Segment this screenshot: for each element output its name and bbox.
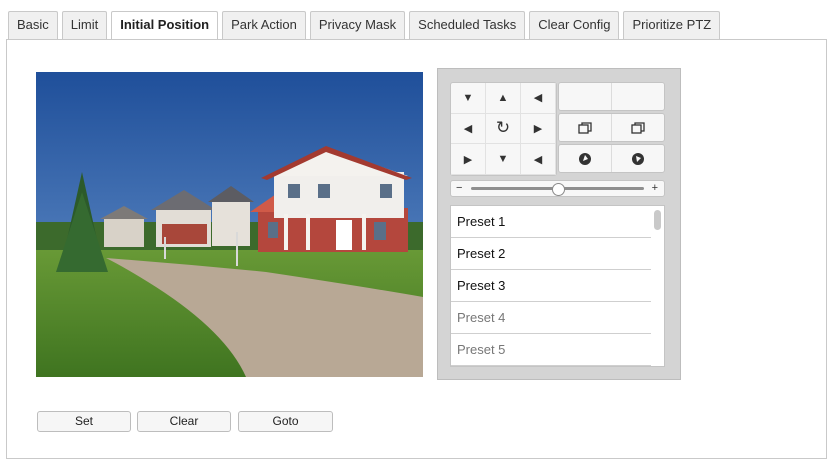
clear-button[interactable]: Clear bbox=[137, 411, 231, 432]
preset-item[interactable]: Preset 1 bbox=[451, 206, 651, 238]
tab-scheduled-tasks[interactable]: Scheduled Tasks bbox=[409, 11, 526, 39]
live-video-view bbox=[36, 72, 423, 377]
left-arrow-icon[interactable]: ◀ bbox=[451, 113, 486, 145]
zoom-in-button[interactable] bbox=[559, 83, 611, 110]
focus-row bbox=[558, 113, 665, 142]
preset-item[interactable]: Preset 5 bbox=[451, 334, 651, 366]
focus-near-icon[interactable] bbox=[559, 114, 611, 141]
tab-privacy-mask[interactable]: Privacy Mask bbox=[309, 11, 406, 39]
up-right-arrow-icon[interactable]: ◀ bbox=[521, 83, 556, 114]
up-left-arrow-icon[interactable]: ▼ bbox=[451, 83, 486, 114]
ptz-control-panel: ▼ ▲ ◀ ◀ ↻ ▶ ▶ ▼ ◀ − + Preset 1 Preset 2 … bbox=[437, 68, 681, 380]
lens-controls bbox=[558, 82, 665, 175]
direction-pad: ▼ ▲ ◀ ◀ ↻ ▶ ▶ ▼ ◀ bbox=[450, 82, 557, 176]
preset-item[interactable]: Preset 4 bbox=[451, 302, 651, 334]
set-button[interactable]: Set bbox=[37, 411, 131, 432]
zoom-row bbox=[558, 82, 665, 111]
tab-limit[interactable]: Limit bbox=[61, 11, 108, 39]
auto-rotate-icon[interactable]: ↻ bbox=[486, 113, 521, 145]
speed-slider-handle[interactable] bbox=[551, 183, 565, 196]
preset-item[interactable]: Preset 2 bbox=[451, 238, 651, 270]
iris-row bbox=[558, 144, 665, 173]
down-arrow-icon[interactable]: ▼ bbox=[486, 144, 521, 175]
iris-open-icon[interactable] bbox=[559, 145, 611, 172]
down-left-arrow-icon[interactable]: ▶ bbox=[451, 144, 486, 175]
preset-item[interactable]: Preset 3 bbox=[451, 270, 651, 302]
preset-list-scrollbar[interactable] bbox=[654, 210, 661, 230]
tab-prioritize-ptz[interactable]: Prioritize PTZ bbox=[623, 11, 721, 39]
tab-initial-position[interactable]: Initial Position bbox=[111, 11, 219, 40]
up-arrow-icon[interactable]: ▲ bbox=[486, 83, 521, 114]
video-scene-image bbox=[36, 72, 423, 377]
speed-increase-icon[interactable]: + bbox=[652, 181, 658, 196]
preset-list: Preset 1 Preset 2 Preset 3 Preset 4 Pres… bbox=[450, 205, 665, 367]
tab-basic[interactable]: Basic bbox=[8, 11, 58, 39]
ptz-speed-slider[interactable]: − + bbox=[450, 180, 665, 197]
zoom-out-button[interactable] bbox=[611, 83, 664, 110]
tab-park-action[interactable]: Park Action bbox=[222, 11, 306, 39]
right-arrow-icon[interactable]: ▶ bbox=[521, 113, 556, 145]
iris-close-icon[interactable] bbox=[611, 145, 664, 172]
down-right-arrow-icon[interactable]: ◀ bbox=[521, 144, 556, 175]
focus-far-icon[interactable] bbox=[611, 114, 664, 141]
goto-button[interactable]: Goto bbox=[238, 411, 333, 432]
speed-decrease-icon[interactable]: − bbox=[456, 181, 462, 196]
tab-bar: Basic Limit Initial Position Park Action… bbox=[8, 11, 724, 40]
tab-clear-config[interactable]: Clear Config bbox=[529, 11, 620, 39]
